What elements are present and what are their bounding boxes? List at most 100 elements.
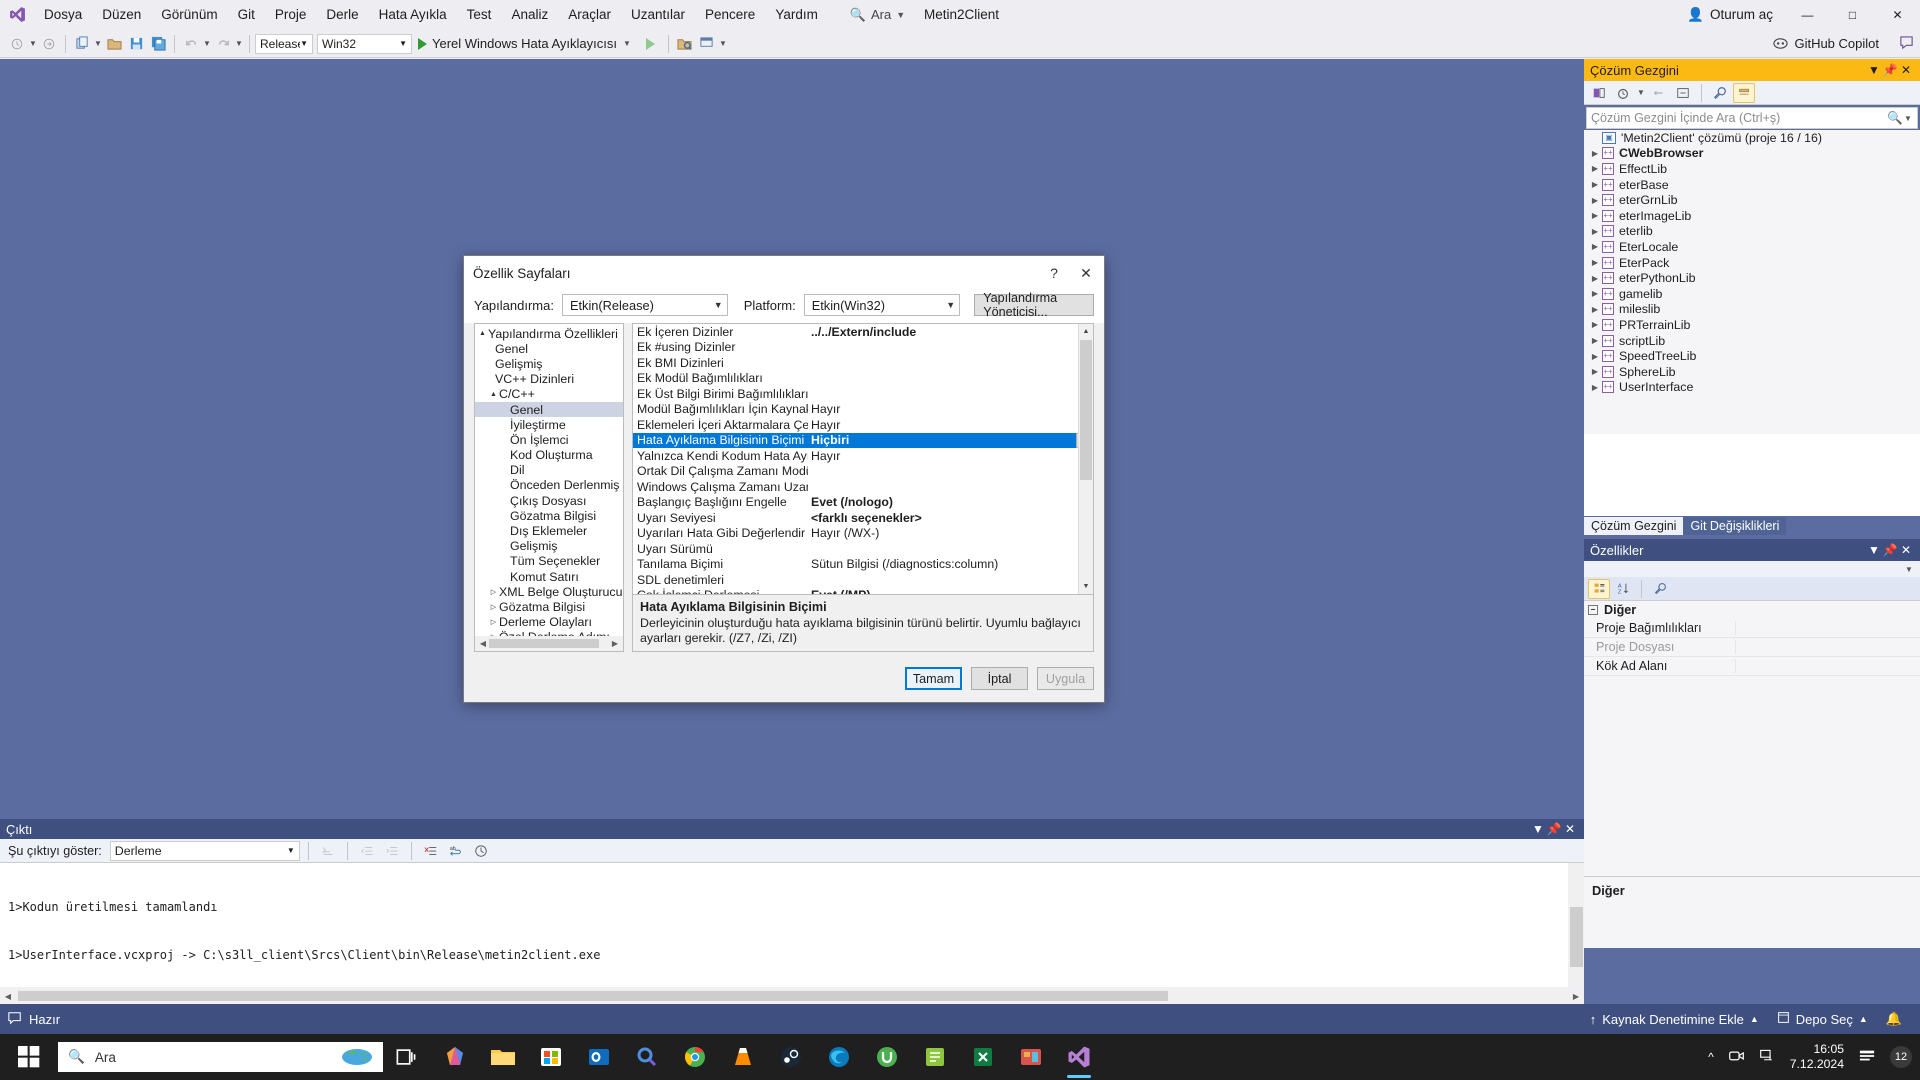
tree-node[interactable]: ▲ Yapılandırma Özellikleri [475,326,623,341]
show-hidden-icons-icon[interactable]: ^ [1708,1050,1714,1064]
scroll-right-icon[interactable]: ▶ [607,639,623,648]
expander-icon[interactable]: ▶ [1588,164,1602,173]
tab-git-changes[interactable]: Git Değişiklikleri [1683,517,1787,535]
tree-horizontal-scrollbar[interactable]: ◀ ▶ [475,636,623,651]
add-to-source-control-button[interactable]: ↑ Kaynak Denetimine Ekle ▲ [1590,1012,1759,1027]
outlook-icon[interactable] [575,1034,623,1080]
grid-row[interactable]: Uyarı Sürümü [633,541,1093,557]
close-button[interactable]: ✕ [1875,0,1920,30]
utorrent-icon[interactable] [863,1034,911,1080]
alphabetical-sort-icon[interactable]: AZ [1612,579,1634,599]
output-vertical-scrollbar[interactable] [1568,863,1584,987]
tree-node[interactable]: VC++ Dizinleri [475,372,623,387]
grid-value[interactable]: Sütun Bilgisi (/diagnostics:column) [808,557,1093,571]
pin-icon[interactable]: 📌 [1882,63,1898,77]
tree-node[interactable]: Çıkış Dosyası [475,493,623,508]
save-icon[interactable] [125,33,147,55]
expander-icon[interactable]: ▲ [488,391,499,398]
dialog-platform-dropdown[interactable]: Etkin(Win32) ▼ [803,294,961,316]
chevron-down-icon[interactable]: ▼ [202,39,212,48]
visual-studio-taskbar-icon[interactable] [1055,1034,1103,1080]
menu-item-analiz[interactable]: Analiz [501,0,558,30]
network-icon[interactable] [1759,1047,1776,1067]
dialog-configuration-dropdown[interactable]: Etkin(Release) ▼ [561,294,728,316]
property-pages-icon[interactable] [1649,579,1671,599]
grid-row[interactable]: Uyarıları Hata Gibi Değerlendir Hayır (/W… [633,526,1093,542]
expander-icon[interactable]: ▲ [477,330,488,337]
notification-count-badge[interactable]: 12 [1890,1046,1912,1068]
scroll-left-icon[interactable]: ◀ [0,992,16,1001]
task-view-button[interactable] [383,1034,431,1080]
categorized-icon[interactable] [1588,578,1610,599]
pin-icon[interactable]: 📌 [1546,822,1562,836]
show-all-files-icon[interactable] [1733,82,1755,103]
save-all-icon[interactable] [147,33,169,55]
collapse-icon[interactable]: − [1588,605,1598,615]
feedback-icon[interactable] [1899,35,1914,53]
start-button[interactable] [0,1034,58,1080]
project-node[interactable]: ▶ ++ UserInterface [1584,380,1920,396]
file-explorer-icon[interactable] [479,1034,527,1080]
project-node[interactable]: ▶ ++ PRTerrainLib [1584,317,1920,333]
new-project-icon[interactable] [71,33,93,55]
cancel-button[interactable]: İptal [971,667,1028,690]
grid-row[interactable]: Uyarı Seviyesi <farklı seçenekler> [633,510,1093,526]
solution-tree[interactable]: ▣ 'Metin2Client' çözümü (proje 16 / 16) … [1584,130,1920,434]
tree-node[interactable]: Dil [475,463,623,478]
expander-icon[interactable]: ▷ [488,588,499,596]
undo-icon[interactable] [180,33,202,55]
scroll-right-icon[interactable]: ▶ [1568,992,1584,1001]
project-node[interactable]: ▶ ++ gamelib [1584,286,1920,302]
chevron-down-icon[interactable]: ▼ [28,39,38,48]
tree-node[interactable]: ▷ Derleme Olayları [475,615,623,630]
property-row[interactable]: Proje Bağımlılıkları [1584,619,1920,638]
project-node[interactable]: ▶ ++ scriptLib [1584,333,1920,349]
solution-explorer-search-input[interactable]: Çözüm Gezgini İçinde Ara (Ctrl+ş) 🔍 ▼ [1586,107,1918,129]
collapse-all-icon[interactable] [1672,83,1694,103]
output-text[interactable]: 1>Kodun üretilmesi tamamlandı 1>UserInte… [0,863,1584,987]
attach-process-icon[interactable] [674,33,696,55]
configuration-manager-button[interactable]: Yapılandırma Yöneticisi... [974,291,1094,319]
find-message-icon[interactable] [317,841,339,861]
chevron-down-icon[interactable]: ▼ [718,39,728,48]
maximize-button[interactable]: □ [1830,0,1875,30]
grid-row[interactable]: Ek Modül Bağımlılıkları [633,371,1093,387]
expander-icon[interactable]: ▶ [1588,289,1602,298]
grid-row[interactable]: Ek İçeren Dizinler ../../Extern/include [633,324,1093,340]
sign-in-button[interactable]: 👤 Oturum aç [1675,7,1785,23]
microsoft-store-icon[interactable] [527,1034,575,1080]
dialog-property-grid[interactable]: Ek İçeren Dizinler ../../Extern/include E… [633,324,1093,594]
pending-changes-icon[interactable] [1612,83,1634,103]
project-node[interactable]: ▶ ++ SpeedTreeLib [1584,348,1920,364]
expander-icon[interactable]: ▶ [1588,258,1602,267]
expander-icon[interactable]: ▶ [1588,367,1602,376]
output-source-dropdown[interactable]: Derleme ▼ [109,840,300,861]
grid-value[interactable]: Hayır [808,449,1093,463]
tree-node[interactable]: Dış Eklemeler [475,523,623,538]
chevron-down-icon[interactable]: ▼ [234,39,244,48]
search-icon[interactable]: 🔍 [1887,111,1903,126]
tree-node[interactable]: Genel [475,341,623,356]
grid-row[interactable]: SDL denetimleri [633,572,1093,588]
menu-item-git[interactable]: Git [228,0,265,30]
notifications-tray-icon[interactable] [1858,1048,1876,1067]
chevron-down-icon[interactable]: ▼ [93,39,103,48]
grid-row[interactable]: Tanılama Biçimi Sütun Bilgisi (/diagnosti… [633,557,1093,573]
project-node[interactable]: ▶ ++ eterPythonLib [1584,270,1920,286]
menu-item-dosya[interactable]: Dosya [34,0,92,30]
scrollbar-thumb[interactable] [489,639,599,648]
configuration-dropdown[interactable]: Release ▼ [255,33,313,54]
properties-grid[interactable]: − Diğer Proje Bağımlılıkları Proje Dosya… [1584,601,1920,948]
grid-row-selected[interactable]: Hata Ayıklama Bilgisinin Biçimi Hiçbiri … [633,432,1093,448]
grid-row[interactable]: Başlangıç Başlığını Engelle Evet (/nologo… [633,495,1093,511]
start-debugging-button[interactable]: Yerel Windows Hata Ayıklayıcısı ▼ [412,36,638,51]
toggle-word-wrap-icon[interactable]: ab [445,841,467,861]
project-node[interactable]: ▶ ++ eterlib [1584,224,1920,240]
close-icon[interactable]: ✕ [1898,63,1914,77]
project-node[interactable]: ▶ ++ EffectLib [1584,161,1920,177]
show-timestamps-icon[interactable] [470,841,492,861]
toolbar-options-icon[interactable] [6,33,28,55]
menu-item-araclar[interactable]: Araçlar [558,0,621,30]
grid-row[interactable]: Yalnızca Kendi Kodum Hata AyıklamasırHay… [633,448,1093,464]
scroll-down-icon[interactable]: ▼ [1079,579,1093,594]
